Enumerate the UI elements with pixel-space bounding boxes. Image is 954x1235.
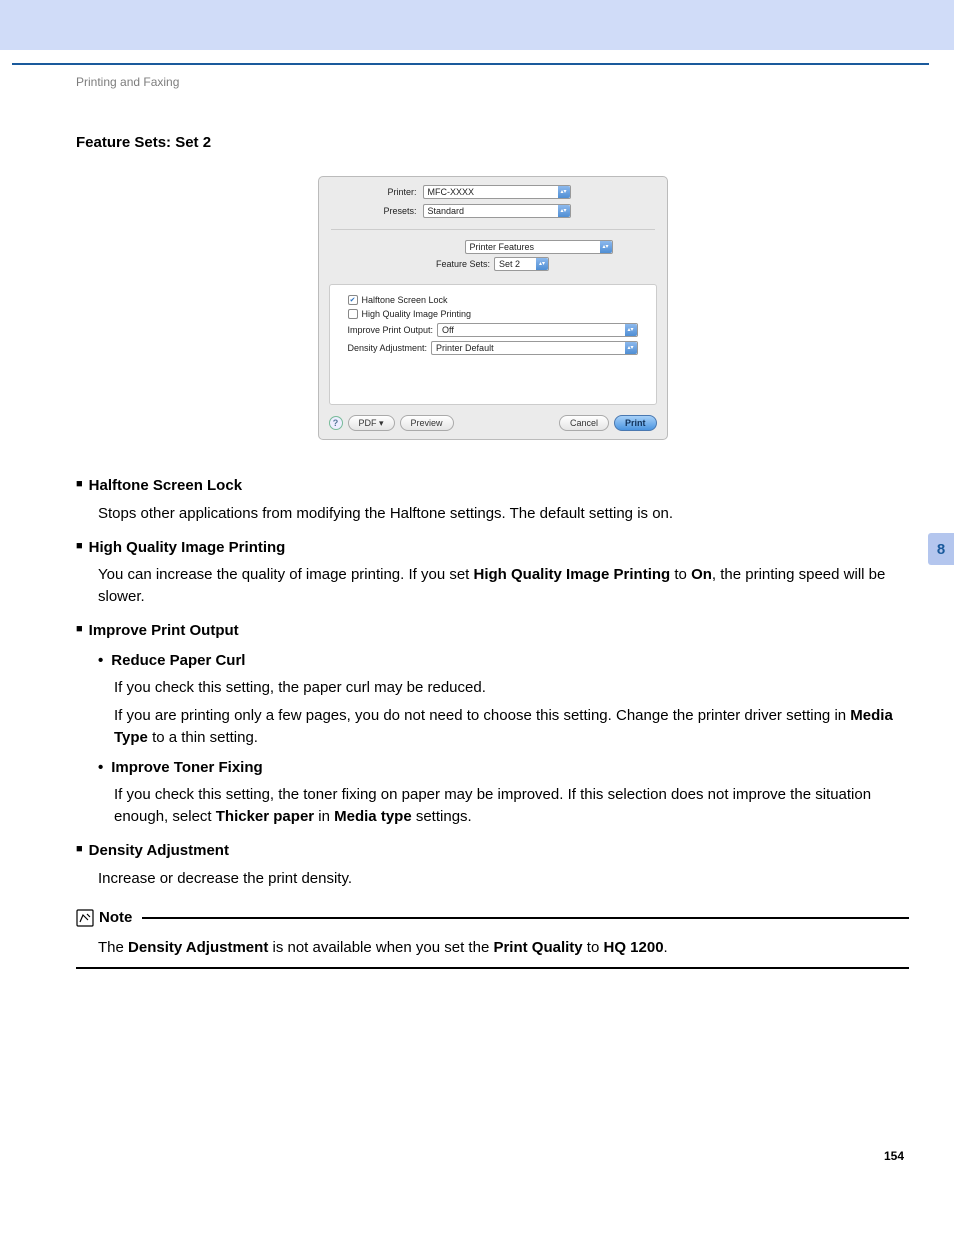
feature-sets-select[interactable]: Set 2 ▴▾ [494, 257, 549, 271]
feature-sets-label: Feature Sets: [436, 259, 490, 269]
note-text: The Density Adjustment is not available … [98, 937, 909, 959]
chapter-tab: 8 [928, 533, 954, 565]
item-improve: Improve Print Output [76, 620, 909, 642]
improve-output-value: Off [442, 325, 454, 335]
divider [331, 229, 655, 230]
sub-toner: Improve Toner Fixing [98, 757, 909, 779]
dropdown-arrow-icon: ▴▾ [625, 342, 637, 354]
printer-label: Printer: [331, 187, 423, 197]
feature-sets-value: Set 2 [499, 259, 520, 269]
item-density: Density Adjustment [76, 840, 909, 862]
note-bottom-rule [76, 967, 909, 969]
density-adjust-label: Density Adjustment: [348, 343, 428, 353]
dropdown-arrow-icon: ▴▾ [536, 258, 548, 270]
sub-toner-p: If you check this setting, the toner fix… [114, 784, 909, 828]
sub-reduce-p1: If you check this setting, the paper cur… [114, 677, 909, 699]
item-halftone: Halftone Screen Lock [76, 475, 909, 497]
item-halftone-desc: Stops other applications from modifying … [98, 503, 909, 525]
print-dialog: Printer: MFC-XXXX ▴▾ Presets: Standard ▴… [318, 176, 668, 440]
dropdown-arrow-icon: ▴▾ [558, 186, 570, 198]
item-hq-desc: You can increase the quality of image pr… [98, 564, 909, 608]
print-button[interactable]: Print [614, 415, 657, 431]
preview-button[interactable]: Preview [400, 415, 454, 431]
highquality-checkbox-label: High Quality Image Printing [362, 309, 472, 319]
help-icon[interactable]: ? [329, 416, 343, 430]
note-label: Note [99, 907, 132, 929]
density-adjust-value: Printer Default [436, 343, 494, 353]
top-bar [0, 0, 954, 50]
note-rule [142, 917, 909, 919]
halftone-checkbox-label: Halftone Screen Lock [362, 295, 448, 305]
presets-select[interactable]: Standard ▴▾ [423, 204, 571, 218]
note-block: Note The Density Adjustment is not avail… [76, 907, 909, 969]
section-heading: Feature Sets: Set 2 [76, 134, 909, 151]
page-content: Printing and Faxing Feature Sets: Set 2 … [76, 75, 909, 969]
printer-select[interactable]: MFC-XXXX ▴▾ [423, 185, 571, 199]
page-number: 154 [884, 1149, 904, 1163]
dropdown-arrow-icon: ▴▾ [625, 324, 637, 336]
item-density-desc: Increase or decrease the print density. [98, 868, 909, 890]
panel-value: Printer Features [470, 242, 535, 252]
highquality-checkbox[interactable] [348, 309, 358, 319]
note-icon [76, 909, 94, 927]
pdf-button[interactable]: PDF ▾ [348, 415, 395, 431]
item-hq: High Quality Image Printing [76, 537, 909, 559]
halftone-checkbox[interactable]: ✔ [348, 295, 358, 305]
sub-reduce-curl: Reduce Paper Curl [98, 650, 909, 672]
breadcrumb: Printing and Faxing [76, 75, 909, 89]
presets-label: Presets: [331, 206, 423, 216]
content-body: Halftone Screen Lock Stops other applica… [76, 475, 909, 969]
dropdown-arrow-icon: ▴▾ [600, 241, 612, 253]
cancel-button[interactable]: Cancel [559, 415, 609, 431]
density-adjust-select[interactable]: Printer Default ▴▾ [431, 341, 637, 355]
printer-value: MFC-XXXX [428, 187, 475, 197]
dialog-body: ✔ Halftone Screen Lock High Quality Imag… [329, 284, 657, 405]
presets-value: Standard [428, 206, 465, 216]
sub-reduce-p2: If you are printing only a few pages, yo… [114, 705, 909, 749]
header-divider [12, 63, 929, 65]
improve-output-label: Improve Print Output: [348, 325, 434, 335]
panel-select[interactable]: Printer Features ▴▾ [465, 240, 613, 254]
dropdown-arrow-icon: ▴▾ [558, 205, 570, 217]
improve-output-select[interactable]: Off ▴▾ [437, 323, 637, 337]
